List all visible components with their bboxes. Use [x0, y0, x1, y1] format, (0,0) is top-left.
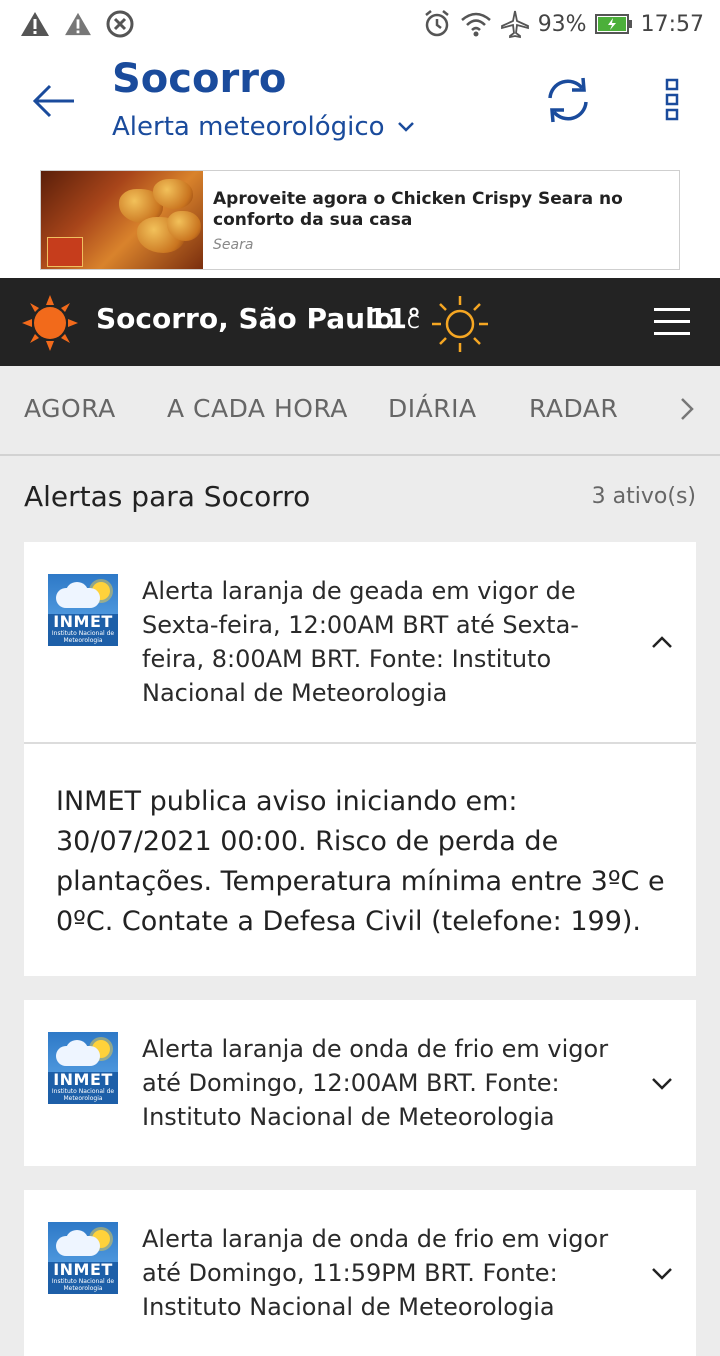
- chevron-down-icon: [397, 122, 414, 132]
- chevron-up-icon[interactable]: [650, 634, 674, 650]
- warning-icon: [65, 12, 91, 36]
- tab-diaria[interactable]: DIÁRIA: [388, 394, 477, 423]
- ad-container: Aproveite agora o Chicken Crispy Seara n…: [0, 164, 720, 278]
- clock: 17:57: [640, 11, 704, 37]
- more-options-icon[interactable]: [654, 78, 690, 122]
- alert-header[interactable]: INMET Instituto Nacional de Meteorologia…: [24, 542, 696, 742]
- tab-a-cada-hora[interactable]: A CADA HORA: [167, 394, 348, 423]
- alert-summary: Alerta laranja de onda de frio em vigor …: [142, 1225, 609, 1321]
- alert-card: INMET Instituto Nacional de Meteorologia…: [24, 542, 696, 976]
- wifi-icon: [460, 12, 491, 37]
- alerts-section-title: Alertas para Socorro: [24, 480, 311, 513]
- tab-radar[interactable]: RADAR: [529, 394, 618, 423]
- location-name[interactable]: Socorro, São Paulo: [96, 302, 394, 335]
- ad-banner[interactable]: Aproveite agora o Chicken Crispy Seara n…: [40, 170, 680, 270]
- weather-bar: Socorro, São Paulo 11° C: [0, 278, 720, 366]
- warning-icon: [21, 12, 49, 36]
- chevron-down-icon[interactable]: [650, 1076, 674, 1092]
- hamburger-menu-icon[interactable]: [654, 306, 690, 338]
- alert-summary: Alerta laranja de geada em vigor de Sext…: [142, 577, 579, 707]
- battery-icon: [594, 14, 632, 34]
- ad-image: [41, 171, 203, 269]
- tab-bar: AGORA A CADA HORA DIÁRIA RADAR: [0, 366, 720, 456]
- tab-agora[interactable]: AGORA: [24, 394, 116, 423]
- page-title: Socorro: [112, 56, 287, 102]
- active-alerts-count: 3 ativo(s): [591, 484, 696, 509]
- ad-source: Seara: [213, 237, 254, 253]
- alarm-icon: [424, 10, 449, 37]
- sun-logo-icon: [22, 295, 78, 351]
- alert-type-dropdown[interactable]: Alerta meteorológico: [112, 112, 415, 142]
- ad-title: Aproveite agora o Chicken Crispy Seara n…: [213, 189, 623, 230]
- status-bar: 93% 17:57: [0, 0, 720, 48]
- blocked-icon: [106, 10, 134, 38]
- refresh-icon[interactable]: [542, 74, 594, 126]
- divider: [24, 742, 696, 744]
- battery-percent: 93%: [537, 11, 587, 37]
- inmet-logo: INMET Instituto Nacional de Meteorologia: [48, 1032, 118, 1104]
- alert-card[interactable]: INMET Instituto Nacional de Meteorologia…: [24, 1190, 696, 1356]
- inmet-logo: INMET Instituto Nacional de Meteorologia: [48, 574, 118, 646]
- alert-summary: Alerta laranja de onda de frio em vigor …: [142, 1035, 609, 1131]
- airplane-icon: [500, 10, 529, 39]
- inmet-logo: INMET Instituto Nacional de Meteorologia: [48, 1222, 118, 1294]
- sunny-icon: [432, 296, 488, 352]
- back-arrow-icon[interactable]: [30, 76, 80, 126]
- temperature-unit[interactable]: C: [407, 312, 420, 333]
- alert-card[interactable]: INMET Instituto Nacional de Meteorologia…: [24, 1000, 696, 1166]
- app-bar: Socorro Alerta meteorológico: [0, 48, 720, 164]
- alert-detail: INMET publica aviso iniciando em: 30/07/…: [56, 786, 665, 937]
- alert-type-label: Alerta meteorológico: [112, 112, 385, 142]
- chevron-right-icon[interactable]: [676, 396, 698, 422]
